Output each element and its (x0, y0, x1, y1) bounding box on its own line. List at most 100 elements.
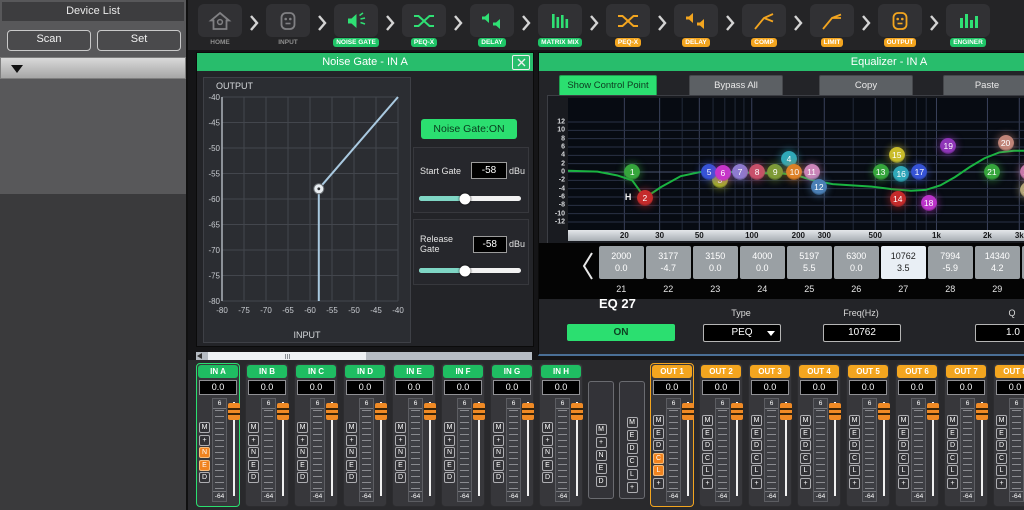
fader-handle[interactable] (473, 403, 485, 420)
channel-header[interactable]: OUT 7 (946, 365, 986, 378)
channel-button-+[interactable]: + (800, 478, 811, 489)
channel-button-m[interactable]: M (248, 422, 259, 433)
channel-gain-value[interactable]: 0.0 (996, 380, 1024, 395)
channel-button-m[interactable]: M (542, 422, 553, 433)
channel-button-d[interactable]: D (444, 472, 455, 483)
channel-gain-value[interactable]: 0.0 (297, 380, 335, 395)
channel-gain-value[interactable]: 0.0 (702, 380, 740, 395)
toolbar-item-comp[interactable]: COMP (738, 2, 790, 47)
channel-gain-value[interactable]: 0.0 (653, 380, 691, 395)
channel-button-e[interactable]: E (199, 460, 210, 471)
channel-header[interactable]: OUT 2 (701, 365, 741, 378)
channel-button-+[interactable]: + (751, 478, 762, 489)
eq-control-point-14[interactable]: 14 (890, 191, 906, 207)
channel-button-m[interactable]: M (493, 422, 504, 433)
copy-button[interactable]: Copy (819, 75, 913, 97)
gate-threshold-handle[interactable] (314, 184, 324, 194)
type-dropdown[interactable]: PEQ (703, 324, 781, 342)
channel-button-l[interactable]: L (702, 465, 713, 476)
channel-header[interactable]: IN B (247, 365, 287, 378)
channel-button-m[interactable]: M (898, 415, 909, 426)
channel-button-d[interactable]: D (248, 472, 259, 483)
channel-button-e[interactable]: E (297, 460, 308, 471)
fader-handle[interactable] (571, 403, 583, 420)
channel-button-d[interactable]: D (947, 440, 958, 451)
channel-button-m[interactable]: M (947, 415, 958, 426)
channel-gain-value[interactable]: 0.0 (248, 380, 286, 395)
channel-button-c[interactable]: C (800, 453, 811, 464)
toolbar-item-matrix-mix[interactable]: MATRIX MIX (534, 2, 586, 47)
eq-control-point-20[interactable]: 20 (998, 135, 1014, 151)
fader-handle[interactable] (878, 403, 890, 420)
channel-button-e[interactable]: E (898, 428, 909, 439)
channel-button-e[interactable]: E (947, 428, 958, 439)
channel-button-e[interactable]: E (996, 428, 1007, 439)
channel-button-+[interactable]: + (653, 478, 664, 489)
channel-button-c[interactable]: C (751, 453, 762, 464)
eq-control-point-7[interactable]: 7 (732, 164, 748, 180)
eq-band-cell[interactable]: 20000.0 (599, 246, 644, 279)
channel-button-c[interactable]: C (996, 453, 1007, 464)
toolbar-item-input[interactable]: INPUT (262, 2, 314, 47)
fader-handle[interactable] (424, 403, 436, 420)
channel-button-e[interactable]: E (248, 460, 259, 471)
channel-button-e[interactable]: E (346, 460, 357, 471)
channel-button-+[interactable]: + (947, 478, 958, 489)
channel-button-m[interactable]: M (653, 415, 664, 426)
channel-button-+[interactable]: + (395, 435, 406, 446)
eq-control-point-21[interactable]: 21 (984, 164, 1000, 180)
channel-button-e[interactable]: E (800, 428, 811, 439)
noise-gate-graph[interactable]: OUTPUT -80-75-70-65-60-55-50-45-40-40-45… (203, 77, 411, 343)
eq-band-cell[interactable]: 107623.5 (881, 246, 926, 279)
fader-handle[interactable] (976, 403, 988, 420)
channel-button-+[interactable]: + (898, 478, 909, 489)
channel-button-l[interactable]: L (898, 465, 909, 476)
channel-gain-value[interactable]: 0.0 (751, 380, 789, 395)
toolbar-item-delay[interactable]: DELAY (466, 2, 518, 47)
channel-header[interactable]: OUT 1 (652, 365, 692, 378)
release-gate-slider-thumb[interactable] (459, 265, 470, 276)
fader-handle[interactable] (277, 403, 289, 420)
equalizer-plot[interactable]: 1H23567894101112131514161718192120222324 (568, 98, 1024, 230)
channel-button-l[interactable]: L (996, 465, 1007, 476)
toolbar-item-output[interactable]: OUTPUT (874, 2, 926, 47)
mid-button-m[interactable]: M (627, 417, 638, 428)
mid-button-d[interactable]: D (627, 443, 638, 454)
channel-button-c[interactable]: C (702, 453, 713, 464)
eq-control-point-13[interactable]: 13 (873, 164, 889, 180)
channel-button-d[interactable]: D (542, 472, 553, 483)
channel-header[interactable]: OUT 8 (995, 365, 1024, 378)
channel-button-n[interactable]: N (493, 447, 504, 458)
channel-button-d[interactable]: D (898, 440, 909, 451)
channel-button-d[interactable]: D (493, 472, 504, 483)
eq-band-cell[interactable]: 40000.0 (740, 246, 785, 279)
channel-header[interactable]: IN D (345, 365, 385, 378)
noise-gate-title-bar[interactable]: Noise Gate - IN A (197, 53, 533, 71)
eq-band-cell[interactable]: 51975.5 (787, 246, 832, 279)
channel-button-n[interactable]: N (395, 447, 406, 458)
eq-control-point-12[interactable]: 12 (811, 179, 827, 195)
channel-gain-value[interactable]: 0.0 (898, 380, 936, 395)
eq-control-point-2[interactable]: 2 (637, 190, 653, 206)
scroll-left-icon[interactable] (197, 353, 202, 359)
eq-control-point-15[interactable]: 15 (889, 147, 905, 163)
channel-button-n[interactable]: N (346, 447, 357, 458)
mid-button-+[interactable]: + (596, 437, 607, 448)
toolbar-item-enginer[interactable]: ENGINER (942, 2, 994, 47)
eq-control-point-11[interactable]: 11 (804, 164, 820, 180)
channel-button-d[interactable]: D (199, 472, 210, 483)
fader-handle[interactable] (326, 403, 338, 420)
channel-header[interactable]: IN H (541, 365, 581, 378)
channel-header[interactable]: OUT 5 (848, 365, 888, 378)
channel-button-m[interactable]: M (346, 422, 357, 433)
fader-handle[interactable] (522, 403, 534, 420)
channel-button-l[interactable]: L (947, 465, 958, 476)
channel-button-e[interactable]: E (395, 460, 406, 471)
channel-button-m[interactable]: M (297, 422, 308, 433)
fader-handle[interactable] (829, 403, 841, 420)
channel-button-+[interactable]: + (444, 435, 455, 446)
fader-handle[interactable] (731, 403, 743, 420)
channel-gain-value[interactable]: 0.0 (444, 380, 482, 395)
fader-handle[interactable] (927, 403, 939, 420)
noise-gate-on-button[interactable]: Noise Gate:ON (421, 119, 517, 139)
